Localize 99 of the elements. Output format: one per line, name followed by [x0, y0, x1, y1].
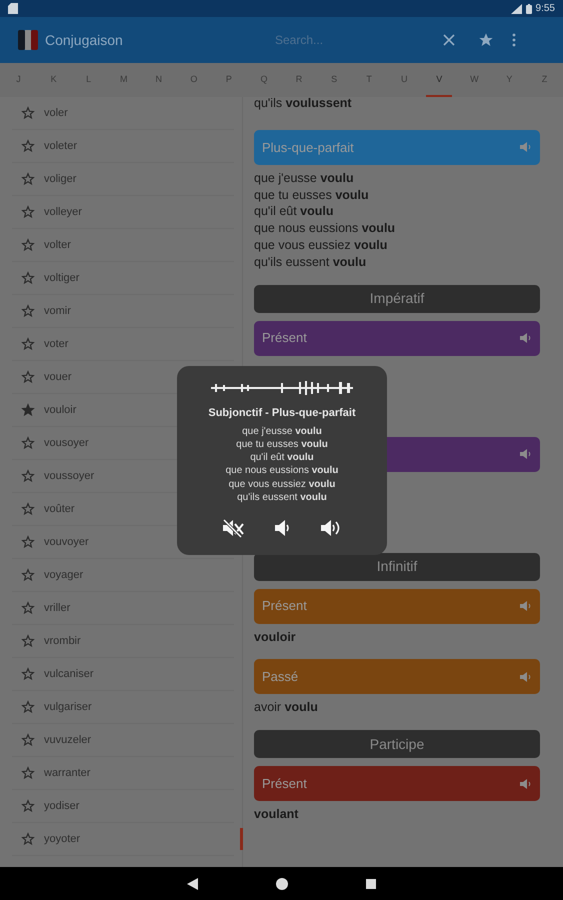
- search-field[interactable]: Search...: [275, 31, 425, 49]
- conjugation-line: vouloir: [254, 628, 297, 646]
- verb-item[interactable]: voltiger: [44, 270, 80, 286]
- mood-header: Infinitif: [254, 552, 540, 581]
- tense-header[interactable]: Passé: [254, 659, 540, 694]
- star-outline-icon[interactable]: [21, 700, 35, 714]
- star-outline-icon[interactable]: [21, 667, 35, 681]
- dialog-line: qu'ils eussent voulu: [237, 490, 327, 504]
- back-icon[interactable]: [187, 878, 198, 890]
- star-outline-icon[interactable]: [21, 172, 35, 186]
- dialog-line: que tu eusses voulu: [236, 438, 328, 452]
- tense-header[interactable]: Plus-que-parfait: [254, 130, 540, 165]
- tense-header[interactable]: Présent: [254, 588, 540, 624]
- star-outline-icon[interactable]: [21, 106, 35, 120]
- star-outline-icon[interactable]: [21, 568, 35, 582]
- speaker-icon[interactable]: [520, 600, 532, 612]
- star-outline-icon[interactable]: [21, 766, 35, 780]
- tense-header[interactable]: Présent: [254, 320, 540, 356]
- conjugation-line: que nous eussions voulu: [254, 220, 396, 237]
- verb-item[interactable]: vulgariser: [44, 698, 92, 716]
- verb-item[interactable]: yoyoter: [44, 830, 80, 848]
- star-outline-icon[interactable]: [21, 502, 35, 516]
- mood-header: Participe: [254, 730, 540, 758]
- recents-icon[interactable]: [366, 878, 376, 888]
- conjugation-line: qu'ils eussent voulu: [254, 254, 368, 271]
- verb-item[interactable]: voûter: [44, 500, 75, 518]
- verb-item[interactable]: voyager: [44, 566, 84, 584]
- star-outline-icon[interactable]: [21, 799, 35, 813]
- volume-low-icon[interactable]: [274, 518, 290, 538]
- conjugation-line: que tu eusses voulu: [254, 186, 370, 204]
- tense-label: Plus-que-parfait: [262, 138, 354, 157]
- verb-item[interactable]: voler: [44, 104, 68, 122]
- star-outline-icon[interactable]: [21, 469, 35, 483]
- close-icon[interactable]: [443, 34, 455, 46]
- verb-item[interactable]: vouer: [44, 368, 72, 386]
- star-outline-icon[interactable]: [21, 733, 35, 747]
- verb-item[interactable]: vriller: [44, 600, 70, 616]
- tense-header[interactable]: Présent: [254, 766, 540, 802]
- tense-label: Présent: [262, 597, 307, 616]
- volume-high-icon[interactable]: [320, 518, 342, 538]
- verb-item[interactable]: volter: [44, 236, 71, 254]
- dialog-line: que nous eussions voulu: [226, 464, 338, 478]
- star-outline-icon[interactable]: [21, 634, 35, 648]
- signal-icon: [510, 4, 522, 14]
- verb-item[interactable]: vouvoyer: [44, 534, 89, 550]
- verb-item[interactable]: vomir: [44, 302, 71, 320]
- verb-item[interactable]: vulcaniser: [44, 666, 94, 682]
- tense-label: Présent: [262, 774, 307, 793]
- verb-item[interactable]: vrombir: [44, 632, 81, 650]
- home-icon[interactable]: [276, 878, 288, 890]
- star-outline-icon[interactable]: [21, 337, 35, 351]
- star-outline-icon[interactable]: [21, 271, 35, 285]
- star-outline-icon[interactable]: [21, 238, 35, 252]
- verb-item[interactable]: vuvuzeler: [44, 732, 92, 748]
- mute-icon[interactable]: [222, 518, 244, 538]
- conjugation-line: que j'eusse voulu: [254, 170, 355, 187]
- dialog-line: qu'il eût voulu: [250, 451, 314, 464]
- mood-header: Impératif: [254, 284, 540, 313]
- conjugation-line: qu'ils voulussent: [254, 95, 353, 112]
- verb-item[interactable]: vouloir: [44, 402, 76, 418]
- speaker-icon[interactable]: [520, 141, 532, 154]
- star-outline-icon[interactable]: [21, 139, 35, 153]
- verb-item[interactable]: voter: [44, 336, 68, 352]
- speaker-icon[interactable]: [520, 448, 532, 460]
- more-icon[interactable]: [512, 33, 516, 47]
- clock-time: 9:55: [536, 2, 555, 16]
- star-outline-icon[interactable]: [21, 436, 35, 450]
- conjugation-line: avoir voulu: [254, 699, 319, 716]
- star-outline-icon[interactable]: [21, 205, 35, 219]
- verb-item[interactable]: yodiser: [44, 798, 80, 814]
- conjugation-line: que vous eussiez voulu: [254, 236, 388, 254]
- star-outline-icon[interactable]: [21, 601, 35, 615]
- star-outline-icon[interactable]: [21, 832, 35, 846]
- french-flag-icon: [17, 29, 39, 51]
- verb-item[interactable]: voliger: [44, 170, 76, 188]
- verb-item[interactable]: warranter: [44, 764, 90, 782]
- star-outline-icon[interactable]: [21, 535, 35, 549]
- star-filled-icon[interactable]: [21, 403, 35, 417]
- verb-item[interactable]: voussoyer: [44, 468, 94, 484]
- scrollbar-thumb[interactable]: [240, 828, 243, 850]
- dialog-line: que vous eussiez voulu: [228, 478, 336, 491]
- star-outline-icon[interactable]: [21, 304, 35, 318]
- speaker-icon[interactable]: [520, 670, 532, 683]
- tense-label: Passé: [262, 668, 298, 686]
- app-title: Conjugaison: [45, 30, 124, 50]
- battery-icon: [526, 4, 532, 14]
- speaker-icon[interactable]: [520, 778, 532, 790]
- dialog-line: que j'eusse voulu: [242, 424, 322, 438]
- verb-item[interactable]: vousoyer: [44, 434, 89, 452]
- star-icon[interactable]: [478, 32, 494, 48]
- verb-item[interactable]: volleyer: [44, 204, 82, 220]
- star-outline-icon[interactable]: [21, 370, 35, 384]
- tense-label: Présent: [262, 329, 307, 348]
- dialog-title: Subjonctif - Plus-que-parfait: [208, 406, 356, 421]
- conjugation-line: voulant: [254, 806, 300, 823]
- sd-card-icon: [8, 3, 18, 14]
- verb-item[interactable]: voleter: [44, 138, 78, 154]
- speaker-icon[interactable]: [520, 332, 532, 344]
- conjugation-line: qu'il eût voulu: [254, 203, 335, 220]
